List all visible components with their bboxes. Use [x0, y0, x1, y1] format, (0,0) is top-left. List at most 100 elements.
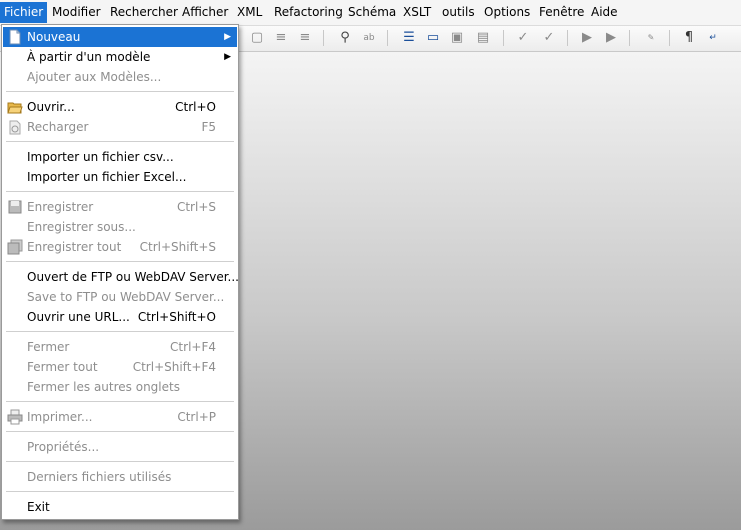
menu-item-enregistrer-sous[interactable]: Enregistrer sous... [3, 217, 237, 237]
menu-separator [6, 401, 234, 402]
submenu-arrow-icon: ▶ [224, 32, 231, 42]
window-icon[interactable]: ▭ [424, 29, 442, 47]
reload-icon [7, 119, 23, 135]
menu-item-label: Enregistrer sous... [27, 220, 136, 234]
new-file-icon [7, 29, 23, 45]
menu-item-label: Fermer les autres onglets [27, 380, 180, 394]
menu-item-shortcut: Ctrl+Shift+F4 [132, 360, 216, 374]
menu-aide[interactable]: Aide [587, 2, 622, 23]
pilcrow-icon[interactable]: ¶ [680, 29, 698, 47]
debug-icon[interactable]: ▶ [602, 29, 620, 47]
menu-item-imprimer[interactable]: Imprimer... Ctrl+P [3, 407, 237, 427]
xml-icon[interactable]: ✎ [642, 29, 660, 47]
run-icon[interactable]: ▶ [578, 29, 596, 47]
menu-item-label: Imprimer... [27, 410, 93, 424]
paste-icon[interactable]: ▢ [248, 29, 266, 47]
menu-separator [6, 141, 234, 142]
menu-item-shortcut: Ctrl+S [176, 200, 216, 214]
tree-view-icon[interactable]: ☰ [400, 29, 418, 47]
menu-options[interactable]: Options [480, 2, 534, 23]
menu-item-recharger[interactable]: Recharger F5 [3, 117, 237, 137]
unindent-icon[interactable]: ≡ [296, 29, 314, 47]
menu-separator [6, 91, 234, 92]
menu-fichier[interactable]: Fichier [0, 2, 48, 23]
menu-schema[interactable]: Schéma [344, 2, 400, 23]
toolbar-separator [323, 30, 324, 46]
menu-item-enregistrer-tout[interactable]: Enregistrer tout Ctrl+Shift+S [3, 237, 237, 257]
menu-item-ajouter-aux-modeles[interactable]: Ajouter aux Modèles... [3, 67, 237, 87]
menu-item-shortcut: Ctrl+O [175, 100, 216, 114]
menu-separator [6, 461, 234, 462]
menu-item-label: Nouveau [27, 30, 81, 44]
menu-item-proprietes[interactable]: Propriétés... [3, 437, 237, 457]
toolbar-separator [629, 30, 630, 46]
menu-afficher[interactable]: Afficher [178, 2, 232, 23]
print-icon [7, 409, 23, 425]
menu-separator [6, 331, 234, 332]
menu-item-importer-un-fichier-excel[interactable]: Importer un fichier Excel... [3, 167, 237, 187]
menu-separator [6, 431, 234, 432]
menu-item-label: Importer un fichier csv... [27, 150, 174, 164]
replace-icon[interactable]: ab [360, 29, 378, 47]
indent-icon[interactable]: ≡ [272, 29, 290, 47]
menu-item-save-to-ftp-ou-webdav-server[interactable]: Save to FTP ou WebDAV Server... [3, 287, 237, 307]
menu-item-label: Propriétés... [27, 440, 100, 454]
menu-item-label: Enregistrer tout [27, 240, 122, 254]
menu-item-ouvert-de-ftp-ou-webdav-server[interactable]: Ouvert de FTP ou WebDAV Server... [3, 267, 239, 287]
menu-item-shortcut: F5 [201, 120, 216, 134]
menu-outils[interactable]: outils [438, 2, 479, 23]
toolbar-separator [567, 30, 568, 46]
schema-icon[interactable]: ▣ [448, 29, 466, 47]
menu-modifier[interactable]: Modifier [48, 2, 105, 23]
menu-separator [6, 491, 234, 492]
toolbar-separator [387, 30, 388, 46]
menu-item-shortcut: Ctrl+Shift+O [137, 310, 216, 324]
save-all-icon [7, 239, 23, 255]
menu-item-label: Ouvrir... [27, 100, 75, 114]
validate-icon[interactable]: ✓ [540, 29, 558, 47]
menu-item-importer-un-fichier-csv[interactable]: Importer un fichier csv... [3, 147, 237, 167]
menu-item-label: Ouvert de FTP ou WebDAV Server... [27, 270, 239, 284]
menu-item-ouvrir-une-url[interactable]: Ouvrir une URL... Ctrl+Shift+O [3, 307, 237, 327]
check-icon[interactable]: ✓ [514, 29, 532, 47]
transform-icon[interactable]: ▤ [474, 29, 492, 47]
find-icon[interactable]: ⚲ [336, 29, 354, 47]
menu-item-a-partir-dun-modele[interactable]: À partir d'un modèle ▶ [3, 47, 237, 67]
menu-item-label: Fermer tout [27, 360, 98, 374]
menu-item-exit[interactable]: Exit [3, 497, 237, 517]
menu-item-label: Exit [27, 500, 50, 514]
menu-item-nouveau[interactable]: Nouveau ▶ [3, 27, 237, 47]
menu-item-fermer-tout[interactable]: Fermer tout Ctrl+Shift+F4 [3, 357, 237, 377]
menu-item-label: À partir d'un modèle [27, 50, 151, 64]
menu-rechercher[interactable]: Rechercher [106, 2, 182, 23]
menu-item-label: Importer un fichier Excel... [27, 170, 187, 184]
menu-fenetre[interactable]: Fenêtre [535, 2, 588, 23]
menu-separator [6, 261, 234, 262]
file-menu-dropdown: Nouveau ▶ À partir d'un modèle ▶ Ajouter aux… [1, 24, 239, 520]
menu-item-label: Save to FTP ou WebDAV Server... [27, 290, 225, 304]
save-icon [7, 199, 23, 215]
menu-item-label: Ajouter aux Modèles... [27, 70, 162, 84]
menu-item-label: Fermer [27, 340, 70, 354]
menu-item-ouvrir[interactable]: Ouvrir... Ctrl+O [3, 97, 237, 117]
menu-refactoring[interactable]: Refactoring [270, 2, 347, 23]
open-folder-icon [7, 99, 23, 115]
menu-item-label: Ouvrir une URL... [27, 310, 130, 324]
submenu-arrow-icon: ▶ [224, 52, 231, 62]
menu-item-label: Derniers fichiers utilisés [27, 470, 172, 484]
menu-item-label: Recharger [27, 120, 89, 134]
menu-item-shortcut: Ctrl+Shift+S [139, 240, 216, 254]
menu-xml[interactable]: XML [233, 2, 266, 23]
toolbar-separator [669, 30, 670, 46]
word-wrap-icon[interactable]: ↵ [704, 29, 722, 47]
menu-separator [6, 191, 234, 192]
menu-item-shortcut: Ctrl+F4 [170, 340, 216, 354]
menu-item-fermer[interactable]: Fermer Ctrl+F4 [3, 337, 237, 357]
menu-item-label: Enregistrer [27, 200, 94, 214]
toolbar-separator [503, 30, 504, 46]
menu-xslt[interactable]: XSLT [399, 2, 435, 23]
menu-bar: Fichier Modifier Rechercher Afficher XML Refa… [0, 0, 741, 26]
menu-item-derniers-fichiers-utilises[interactable]: Derniers fichiers utilisés [3, 467, 237, 487]
menu-item-fermer-les-autres-onglets[interactable]: Fermer les autres onglets [3, 377, 237, 397]
menu-item-enregistrer[interactable]: Enregistrer Ctrl+S [3, 197, 237, 217]
